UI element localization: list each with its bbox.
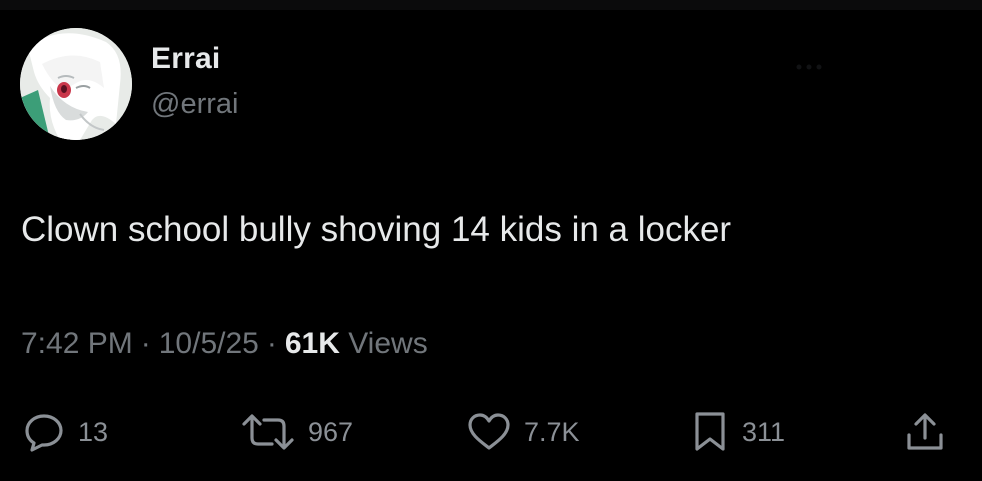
separator: · xyxy=(266,327,277,360)
repost-count: 967 xyxy=(308,416,354,447)
reply-button[interactable]: 13 xyxy=(22,410,108,454)
views-count[interactable]: 61K xyxy=(285,327,340,360)
like-button[interactable]: 7.7K xyxy=(466,410,580,454)
author-handle[interactable]: @errai xyxy=(151,88,238,121)
separator: · xyxy=(140,327,151,360)
reply-count: 13 xyxy=(78,416,109,447)
anime-avatar-icon xyxy=(20,28,132,140)
bookmark-count: 311 xyxy=(742,416,786,447)
tweet-date[interactable]: 10/5/25 xyxy=(159,327,259,360)
reply-icon xyxy=(25,414,63,452)
avatar[interactable] xyxy=(20,28,132,140)
share-button[interactable] xyxy=(904,410,946,454)
bookmark-button[interactable]: 311 xyxy=(690,410,785,454)
more-options-icon[interactable] xyxy=(792,52,826,82)
tweet-metadata: 7:42 PM · 10/5/25 · 61K Views xyxy=(21,327,428,361)
repost-icon xyxy=(242,414,294,450)
tweet-text: Clown school bully shoving 14 kids in a … xyxy=(21,210,732,249)
repost-button[interactable]: 967 xyxy=(240,410,353,454)
heart-icon xyxy=(468,413,510,450)
bookmark-icon xyxy=(695,412,725,451)
tweet: Errai @errai Clown school bully shoving … xyxy=(0,0,982,481)
tweet-time[interactable]: 7:42 PM xyxy=(21,327,133,360)
like-count: 7.7K xyxy=(524,416,580,447)
author-display-name[interactable]: Errai xyxy=(151,42,220,76)
views-label[interactable]: Views xyxy=(348,327,427,360)
share-icon xyxy=(907,413,943,450)
